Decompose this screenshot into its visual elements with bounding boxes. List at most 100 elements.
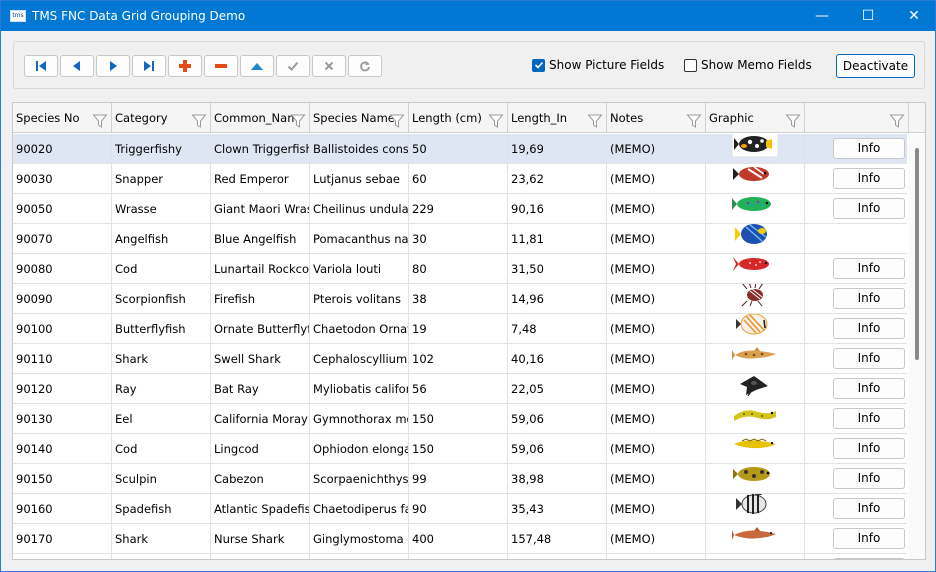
cell-category[interactable]: Cod bbox=[112, 434, 211, 464]
info-button[interactable]: Info bbox=[833, 168, 905, 189]
info-button[interactable]: Info bbox=[833, 498, 905, 519]
table-row[interactable]: 90080 Cod Lunartail Rockcod Variola louti 80… bbox=[13, 254, 907, 284]
refresh-record-button[interactable] bbox=[348, 55, 382, 77]
cell-length-cm[interactable]: 56 bbox=[409, 374, 508, 404]
filter-funnel-icon[interactable] bbox=[686, 110, 702, 133]
cell-notes[interactable]: (MEMO) bbox=[607, 494, 706, 524]
cell-species-no[interactable]: 90100 bbox=[13, 314, 112, 344]
column-header-graphic[interactable]: Graphic bbox=[706, 103, 805, 133]
cell-species-name[interactable]: Pterois volitans bbox=[310, 284, 409, 314]
cell-species-name[interactable]: Lutjanus sebae bbox=[310, 164, 409, 194]
table-row[interactable]: 90070 Angelfish Blue Angelfish Pomacanthus … bbox=[13, 224, 907, 254]
filter-funnel-icon[interactable] bbox=[290, 110, 306, 133]
cell-species-name[interactable]: Ophiodon elongatus bbox=[310, 434, 409, 464]
cell-length-in[interactable]: 14,96 bbox=[508, 284, 607, 314]
cell-common-name[interactable]: Lingcod bbox=[211, 434, 310, 464]
edit-record-button[interactable] bbox=[240, 55, 274, 77]
cell-category[interactable]: Cod bbox=[112, 254, 211, 284]
cell-species-no[interactable]: 90140 bbox=[13, 434, 112, 464]
cell-common-name[interactable]: Nurse Shark bbox=[211, 524, 310, 554]
info-button[interactable]: Info bbox=[833, 288, 905, 309]
filter-funnel-icon[interactable] bbox=[389, 110, 405, 133]
deactivate-button[interactable]: Deactivate bbox=[836, 54, 915, 78]
delete-record-button[interactable] bbox=[204, 55, 238, 77]
cell-graphic[interactable] bbox=[706, 524, 805, 554]
cell-length-in[interactable]: 35,43 bbox=[508, 494, 607, 524]
cell-length-in[interactable]: 31,50 bbox=[508, 254, 607, 284]
cell-species-no[interactable]: 90020 bbox=[13, 134, 112, 164]
cell-category[interactable]: Shark bbox=[112, 344, 211, 374]
cell-graphic[interactable] bbox=[706, 254, 805, 284]
cell-length-in[interactable]: 11,81 bbox=[508, 224, 607, 254]
table-row[interactable]: 90050WrasseGiant Maori WrasseCheilinus u… bbox=[13, 194, 907, 224]
cell-length-in[interactable]: 59,06 bbox=[508, 434, 607, 464]
title-bar[interactable]: tms TMS FNC Data Grid Grouping Demo — ☐ … bbox=[1, 1, 935, 31]
cell-notes[interactable]: (MEMO) bbox=[607, 464, 706, 494]
cell-graphic[interactable] bbox=[706, 194, 805, 224]
cell-graphic[interactable] bbox=[706, 404, 805, 434]
cell-common-name[interactable]: Atlantic Spadefish bbox=[211, 494, 310, 524]
column-header-notes[interactable]: Notes bbox=[607, 103, 706, 133]
table-row[interactable]: Info bbox=[13, 554, 907, 559]
prior-record-button[interactable] bbox=[60, 55, 94, 77]
cell-graphic[interactable] bbox=[706, 134, 805, 164]
cell-common-name[interactable] bbox=[211, 554, 310, 559]
cell-species-name[interactable]: Chaetodon Ornatissimus bbox=[310, 314, 409, 344]
cell-category[interactable]: Triggerfishy bbox=[112, 134, 211, 164]
cell-length-in[interactable]: 40,16 bbox=[508, 344, 607, 374]
cell-common-name[interactable]: Swell Shark bbox=[211, 344, 310, 374]
cell-notes[interactable]: (MEMO) bbox=[607, 164, 706, 194]
filter-funnel-icon[interactable] bbox=[191, 110, 207, 133]
show-memo-fields-checkbox[interactable]: Show Memo Fields bbox=[684, 58, 812, 72]
table-row[interactable]: 90130EelCalifornia MorayGymnothorax mord… bbox=[13, 404, 907, 434]
cell-length-cm[interactable]: 99 bbox=[409, 464, 508, 494]
cell-length-cm[interactable]: 90 bbox=[409, 494, 508, 524]
cell-species-name[interactable]: Cheilinus undulatus bbox=[310, 194, 409, 224]
scrollbar-thumb[interactable] bbox=[915, 148, 919, 360]
cell-length-in[interactable] bbox=[508, 554, 607, 559]
cell-species-name[interactable]: Myliobatis californica bbox=[310, 374, 409, 404]
cell-category[interactable]: Butterflyfish bbox=[112, 314, 211, 344]
maximize-button[interactable]: ☐ bbox=[845, 1, 891, 31]
filter-funnel-icon[interactable] bbox=[92, 110, 108, 133]
cell-common-name[interactable]: California Moray bbox=[211, 404, 310, 434]
column-header-length-cm[interactable]: Length (cm) bbox=[409, 103, 508, 133]
cell-category[interactable]: Eel bbox=[112, 404, 211, 434]
info-button[interactable]: Info bbox=[833, 558, 905, 559]
table-row[interactable]: 90160 Spadefish Atlantic Spadefish Chaetodi… bbox=[13, 494, 907, 524]
checkbox-unchecked-icon[interactable] bbox=[684, 58, 697, 72]
table-row[interactable]: 90020 Triggerfishy Clown Triggerfish Ballis… bbox=[13, 134, 907, 164]
column-header-info[interactable] bbox=[805, 103, 909, 133]
cell-length-in[interactable]: 7,48 bbox=[508, 314, 607, 344]
cell-category[interactable]: Shark bbox=[112, 524, 211, 554]
cell-species-name[interactable]: Chaetodiperus faber bbox=[310, 494, 409, 524]
cell-species-no[interactable]: 90170 bbox=[13, 524, 112, 554]
cell-category[interactable]: Snapper bbox=[112, 164, 211, 194]
cell-length-cm[interactable]: 150 bbox=[409, 404, 508, 434]
next-record-button[interactable] bbox=[96, 55, 130, 77]
cell-common-name[interactable]: Firefish bbox=[211, 284, 310, 314]
cell-category[interactable]: Ray bbox=[112, 374, 211, 404]
info-button[interactable]: Info bbox=[833, 528, 905, 549]
cell-notes[interactable]: (MEMO) bbox=[607, 224, 706, 254]
cell-length-cm[interactable]: 80 bbox=[409, 254, 508, 284]
checkbox-checked-icon[interactable] bbox=[532, 58, 545, 72]
cell-category[interactable]: Scorpionfish bbox=[112, 284, 211, 314]
cell-length-cm[interactable]: 229 bbox=[409, 194, 508, 224]
info-button[interactable]: Info bbox=[833, 258, 905, 279]
cell-species-no[interactable]: 90030 bbox=[13, 164, 112, 194]
cell-species-name[interactable]: Ballistoides conspicillum bbox=[310, 134, 409, 164]
cell-length-in[interactable]: 157,48 bbox=[508, 524, 607, 554]
cell-species-no[interactable]: 90090 bbox=[13, 284, 112, 314]
cell-common-name[interactable]: Ornate Butterflyfish bbox=[211, 314, 310, 344]
cell-species-name[interactable]: Pomacanthus nauarchus bbox=[310, 224, 409, 254]
cell-species-no[interactable] bbox=[13, 554, 112, 559]
table-row[interactable]: 90150SculpinCabezonScorpaenichthys marmo… bbox=[13, 464, 907, 494]
cell-species-name[interactable]: Gymnothorax mordax bbox=[310, 404, 409, 434]
cell-length-in[interactable]: 23,62 bbox=[508, 164, 607, 194]
cell-length-cm[interactable]: 50 bbox=[409, 134, 508, 164]
cell-length-in[interactable]: 59,06 bbox=[508, 404, 607, 434]
cell-category[interactable]: Sculpin bbox=[112, 464, 211, 494]
filter-funnel-icon[interactable] bbox=[889, 110, 905, 133]
cell-graphic[interactable] bbox=[706, 494, 805, 524]
